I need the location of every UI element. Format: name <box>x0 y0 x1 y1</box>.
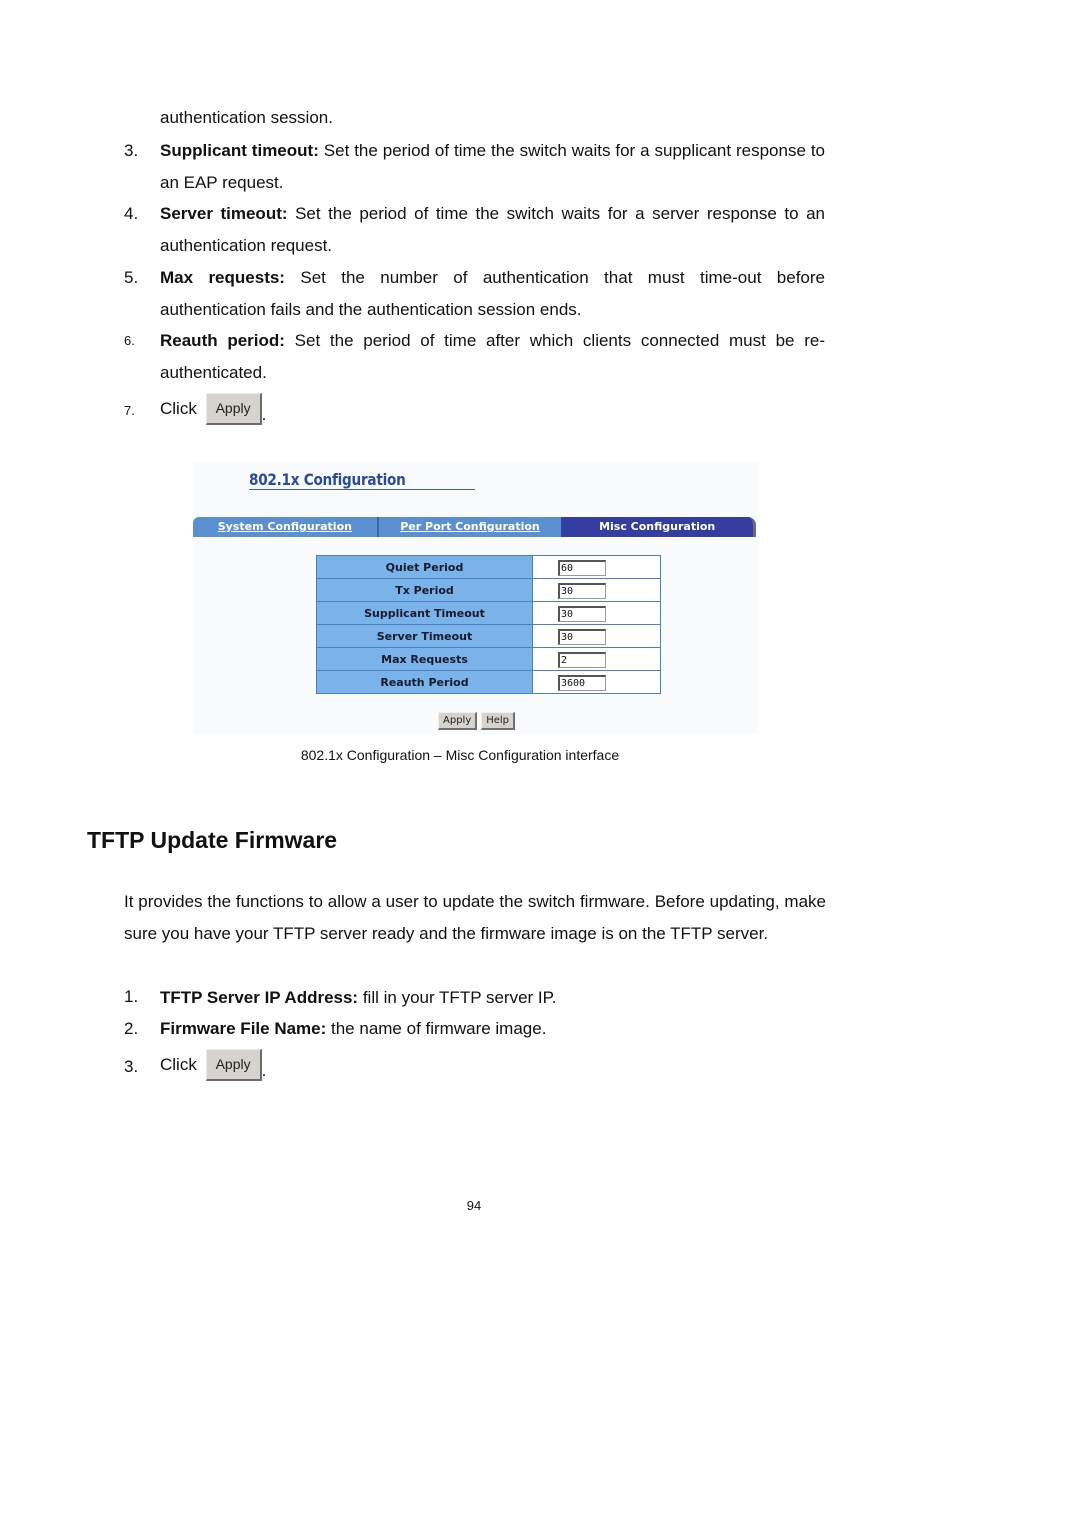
list-item-tftp-server-ip: TFTP Server IP Address: fill in your TFT… <box>160 982 825 1014</box>
continuation-text: authentication session. <box>160 108 333 127</box>
period: . <box>261 1061 267 1080</box>
list-number: 1. <box>124 987 139 1006</box>
list-number: 3. <box>124 141 139 160</box>
config-screenshot: 802.1x Configuration System Configuratio… <box>193 462 758 734</box>
list-item-max-requests: Max requests: Set the number of authenti… <box>160 262 825 325</box>
list-item-reauth-period: Reauth period: Set the period of time af… <box>160 325 825 388</box>
row-label: Quiet Period <box>316 555 533 579</box>
tab-per-port-configuration[interactable]: Per Port Configuration <box>378 517 562 537</box>
click-prefix: Click <box>160 1055 197 1074</box>
list-item-term: Supplicant timeout: <box>160 141 319 160</box>
list-number: 4. <box>124 204 139 223</box>
supplicant-timeout-input[interactable] <box>558 606 606 622</box>
list-item-term: Server timeout: <box>160 204 288 223</box>
config-title: 802.1x Configuration <box>249 470 406 489</box>
tab-system-configuration[interactable]: System Configuration <box>193 517 379 537</box>
table-row: Tx Period <box>316 578 661 602</box>
list-number: 3. <box>124 1057 139 1076</box>
list-item-supplicant-timeout: Supplicant timeout: Set the period of ti… <box>160 135 825 198</box>
quiet-period-input[interactable] <box>558 560 606 576</box>
reauth-period-input[interactable] <box>558 675 606 691</box>
config-help-button[interactable]: Help <box>481 712 516 730</box>
page-number: 94 <box>466 1198 482 1213</box>
row-label: Max Requests <box>316 647 533 671</box>
tab-misc-configuration[interactable]: Misc Configuration <box>561 517 756 537</box>
list-item-text: fill in your TFTP server IP. <box>358 988 557 1007</box>
list-item-firmware-file-name: Firmware File Name: the name of firmware… <box>160 1013 825 1045</box>
max-requests-input[interactable] <box>558 652 606 668</box>
click-apply-step: Click Apply. <box>160 393 266 425</box>
list-item-server-timeout: Server timeout: Set the period of time t… <box>160 198 825 261</box>
config-tabs: System Configuration Per Port Configurat… <box>193 517 756 537</box>
list-number: 7. <box>124 403 135 418</box>
row-label: Reauth Period <box>316 670 533 694</box>
server-timeout-input[interactable] <box>558 629 606 645</box>
table-row: Reauth Period <box>316 670 661 694</box>
title-underline <box>249 489 475 490</box>
row-label: Tx Period <box>316 578 533 602</box>
section-intro: It provides the functions to allow a use… <box>124 892 826 943</box>
row-label: Server Timeout <box>316 624 533 648</box>
list-item-term: TFTP Server IP Address: <box>160 988 359 1007</box>
row-label: Supplicant Timeout <box>316 601 533 625</box>
apply-button[interactable]: Apply <box>205 1049 262 1081</box>
table-row: Quiet Period <box>316 555 661 579</box>
list-item-text: the name of firmware image. <box>326 1019 547 1038</box>
list-item-term: Firmware File Name: <box>160 1019 327 1038</box>
list-number: 6. <box>124 333 135 348</box>
misc-config-table: Quiet Period Tx Period Supplicant Timeou… <box>316 555 661 694</box>
table-row: Server Timeout <box>316 624 661 648</box>
tx-period-input[interactable] <box>558 583 606 599</box>
click-apply-step: Click Apply. <box>160 1049 266 1081</box>
config-buttons: Apply Help <box>438 712 516 730</box>
click-prefix: Click <box>160 399 197 418</box>
list-number: 5. <box>124 268 139 287</box>
table-row: Supplicant Timeout <box>316 601 661 625</box>
period: . <box>261 405 267 424</box>
config-apply-button[interactable]: Apply <box>438 712 478 730</box>
figure-caption: 802.1x Configuration – Misc Configuratio… <box>300 747 620 763</box>
list-number: 2. <box>124 1019 139 1038</box>
section-heading: TFTP Update Firmware <box>87 827 338 853</box>
apply-button[interactable]: Apply <box>205 393 262 425</box>
list-item-term: Max requests: <box>160 268 285 287</box>
list-item-term: Reauth period: <box>160 331 285 350</box>
table-row: Max Requests <box>316 647 661 671</box>
